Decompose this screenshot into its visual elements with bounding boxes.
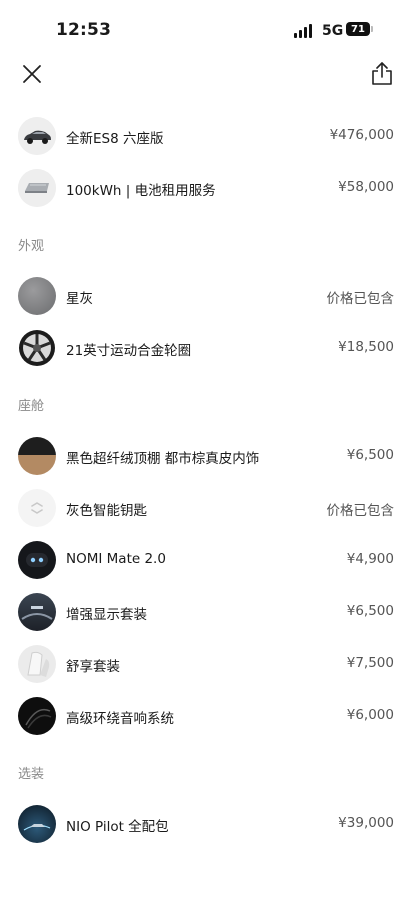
battery-tip — [371, 26, 373, 32]
item-price: ¥7,500 — [346, 655, 394, 671]
item-name: 舒享套装 — [66, 659, 120, 675]
battery-pack-thumbnail — [18, 169, 56, 207]
section-title: 外观 — [18, 239, 45, 254]
item-name: 黑色超纤绒顶棚 都市棕真皮内饰 — [66, 451, 260, 467]
list-item: 高级环绕音响系统 ¥6,000 — [0, 690, 414, 742]
status-time: 12:53 — [56, 20, 112, 40]
item-price: ¥18,500 — [338, 339, 394, 355]
display-thumbnail — [18, 593, 56, 631]
share-icon[interactable] — [370, 60, 394, 86]
list-item: 全新ES8 六座版 ¥476,000 — [0, 110, 414, 162]
list-item: 21英寸运动合金轮圈 ¥18,500 — [0, 322, 414, 374]
list-item: 100kWh | 电池租用服务 ¥58,000 — [0, 162, 414, 214]
list-item: 舒享套装 ¥7,500 — [0, 638, 414, 690]
item-price: ¥6,500 — [346, 603, 394, 619]
nav-bar — [0, 58, 414, 92]
item-name: 21英寸运动合金轮圈 — [66, 343, 192, 359]
list-item: 黑色超纤绒顶棚 都市棕真皮内饰 ¥6,500 — [0, 430, 414, 482]
color-swatch-thumbnail — [18, 277, 56, 315]
item-name: 星灰 — [66, 291, 93, 307]
item-price: ¥476,000 — [329, 127, 394, 143]
car-thumbnail — [18, 117, 56, 155]
item-price: ¥6,000 — [346, 707, 394, 723]
item-name: 灰色智能钥匙 — [66, 503, 147, 519]
item-price: ¥4,900 — [346, 551, 394, 567]
item-price: ¥58,000 — [338, 179, 394, 195]
section-header: 座舱 — [0, 374, 414, 430]
pilot-thumbnail — [18, 805, 56, 843]
item-price: ¥6,500 — [346, 447, 394, 463]
interior-swatch-thumbnail — [18, 437, 56, 475]
list-item: 星灰 价格已包含 — [0, 270, 414, 322]
section-title: 选装 — [18, 767, 45, 782]
item-name: 全新ES8 六座版 — [66, 131, 164, 147]
nomi-thumbnail — [18, 541, 56, 579]
key-thumbnail — [18, 489, 56, 527]
wheel-thumbnail — [18, 329, 56, 367]
list-item: 灰色智能钥匙 价格已包含 — [0, 482, 414, 534]
signal-icon — [294, 24, 312, 38]
item-price: ¥39,000 — [338, 815, 394, 831]
close-icon[interactable] — [20, 62, 44, 86]
battery-icon: 71 — [346, 22, 370, 36]
audio-thumbnail — [18, 697, 56, 735]
list-item: NIO Pilot 全配包 ¥39,000 — [0, 798, 414, 850]
section-header: 选装 — [0, 742, 414, 798]
item-name: NOMI Mate 2.0 — [66, 551, 166, 567]
battery-level: 71 — [351, 23, 365, 35]
item-price: 价格已包含 — [326, 291, 395, 307]
network-label: 5G — [322, 23, 344, 39]
item-name: NIO Pilot 全配包 — [66, 819, 169, 835]
status-bar: 12:53 5G 71 — [0, 0, 414, 62]
section-title: 座舱 — [18, 399, 45, 414]
item-name: 高级环绕音响系统 — [66, 711, 174, 727]
list-item: NOMI Mate 2.0 ¥4,900 — [0, 534, 414, 586]
item-name: 100kWh | 电池租用服务 — [66, 183, 216, 199]
list-item: 增强显示套装 ¥6,500 — [0, 586, 414, 638]
config-list: 全新ES8 六座版 ¥476,000 100kWh | 电池租用服务 ¥58,0… — [0, 110, 414, 850]
item-price: 价格已包含 — [326, 503, 395, 519]
comfort-thumbnail — [18, 645, 56, 683]
item-name: 增强显示套装 — [66, 607, 147, 623]
section-header: 外观 — [0, 214, 414, 270]
